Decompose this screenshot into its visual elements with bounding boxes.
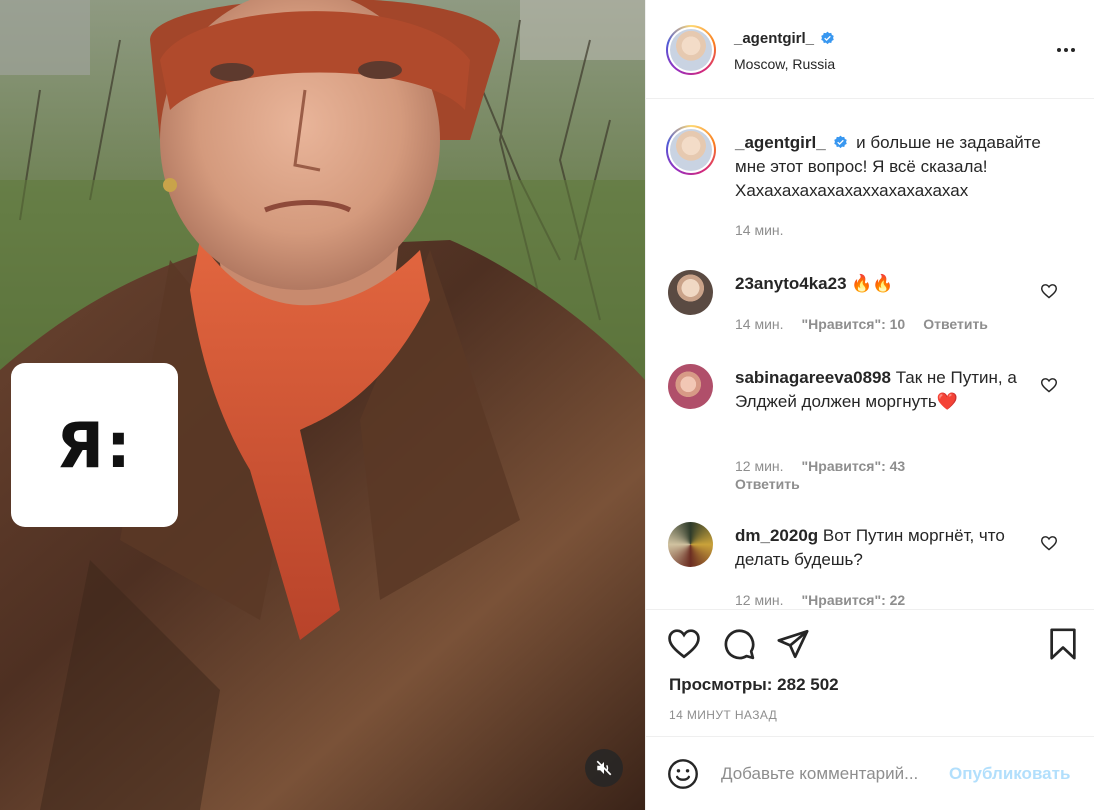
post-actions: Просмотры: 282 502 14 минут назад bbox=[646, 609, 1094, 735]
comment-input[interactable] bbox=[721, 762, 943, 786]
commenter-username[interactable]: 23anyto4ka23 bbox=[735, 274, 847, 293]
post-header: _agentgirl_ Moscow, Russia bbox=[646, 0, 1094, 99]
comment-meta: 12 мин. "Нравится": 22 bbox=[735, 592, 905, 608]
comment-likes[interactable]: "Нравится": 43 bbox=[802, 458, 906, 474]
comment-time[interactable]: 14 мин. bbox=[735, 316, 784, 332]
commenter-avatar[interactable] bbox=[668, 270, 713, 315]
comment-meta: 12 мин. "Нравится": 43 bbox=[735, 458, 905, 474]
views-label: Просмотры: bbox=[669, 675, 773, 694]
speaker-muted-icon bbox=[596, 760, 612, 776]
caption-avatar[interactable] bbox=[666, 125, 716, 175]
add-comment-bar: Опубликовать bbox=[646, 736, 1094, 810]
comment-body: 23anyto4ka23 🔥🔥 bbox=[735, 272, 1025, 296]
comment-icon[interactable] bbox=[722, 627, 756, 661]
comment-text: 🔥🔥 bbox=[851, 274, 894, 293]
mute-button[interactable] bbox=[585, 749, 623, 787]
comment-time[interactable]: 12 мин. bbox=[735, 592, 784, 608]
reply-button[interactable]: Ответить bbox=[923, 316, 988, 332]
post-location[interactable]: Moscow, Russia bbox=[734, 56, 835, 72]
comment-body: sabinagareeva0898 Так не Путин, а Элджей… bbox=[735, 366, 1025, 414]
heart-icon[interactable] bbox=[1040, 283, 1058, 299]
reply-button[interactable]: Ответить bbox=[735, 476, 800, 492]
heart-icon[interactable] bbox=[1040, 377, 1058, 393]
smiley-icon[interactable] bbox=[667, 758, 699, 790]
comment-time[interactable]: 12 мин. bbox=[735, 458, 784, 474]
comment-likes[interactable]: "Нравится": 22 bbox=[802, 592, 906, 608]
comment-meta: 14 мин. "Нравится": 10 Ответить bbox=[735, 316, 988, 332]
caption-username[interactable]: _agentgirl_ bbox=[735, 133, 826, 152]
author-username[interactable]: _agentgirl_ bbox=[734, 30, 835, 47]
post-media[interactable]: Я: bbox=[0, 0, 645, 810]
paper-plane-icon[interactable] bbox=[776, 627, 810, 661]
ya-sticker: Я: bbox=[11, 363, 178, 527]
author-avatar[interactable] bbox=[666, 25, 716, 75]
post-panel: _agentgirl_ Moscow, Russia _agentgirl_ и… bbox=[645, 0, 1094, 810]
verified-badge-icon bbox=[821, 31, 834, 45]
heart-icon[interactable] bbox=[1040, 535, 1058, 551]
bookmark-icon[interactable] bbox=[1046, 627, 1080, 661]
post-caption: _agentgirl_ и больше не задавайте мне эт… bbox=[735, 131, 1070, 203]
comment-body: dm_2020g Вот Путин моргнёт, что делать б… bbox=[735, 524, 1025, 572]
commenter-username[interactable]: sabinagareeva0898 bbox=[735, 368, 891, 387]
caption-time[interactable]: 14 мин. bbox=[735, 222, 784, 238]
heart-icon[interactable] bbox=[667, 627, 701, 661]
comments-list[interactable]: _agentgirl_ и больше не задавайте мне эт… bbox=[646, 100, 1094, 609]
author-username-text[interactable]: _agentgirl_ bbox=[734, 30, 814, 47]
commenter-avatar[interactable] bbox=[668, 522, 713, 567]
comment-likes[interactable]: "Нравится": 10 bbox=[802, 316, 906, 332]
more-options-icon bbox=[1057, 48, 1061, 52]
publish-button[interactable]: Опубликовать bbox=[949, 764, 1070, 784]
views-value: 282 502 bbox=[777, 675, 839, 694]
more-options-button[interactable] bbox=[1052, 40, 1080, 60]
views-count[interactable]: Просмотры: 282 502 bbox=[669, 675, 839, 695]
commenter-username[interactable]: dm_2020g bbox=[735, 526, 818, 545]
ya-sticker-text: Я: bbox=[56, 408, 133, 482]
commenter-avatar[interactable] bbox=[668, 364, 713, 409]
verified-badge-icon bbox=[834, 135, 848, 149]
post-timestamp[interactable]: 14 минут назад bbox=[669, 708, 777, 722]
